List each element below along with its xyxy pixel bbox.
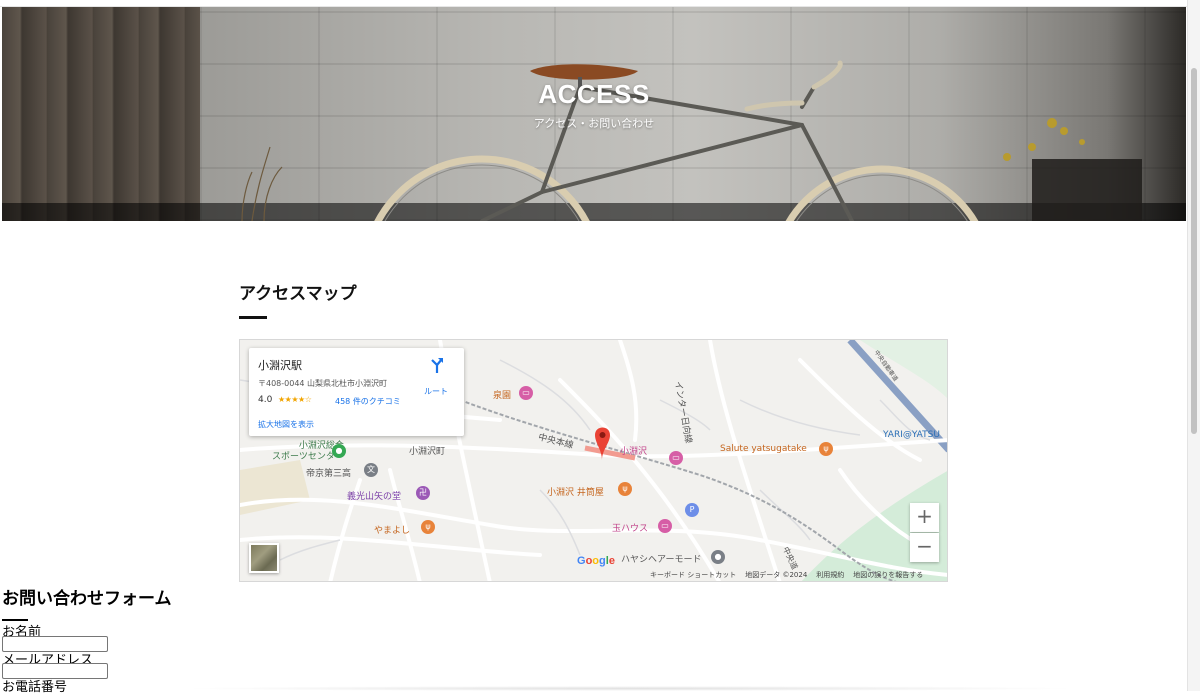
hero-title: ACCESS (538, 79, 650, 109)
parking-icon[interactable]: P (685, 503, 699, 517)
google-logo: Google (577, 555, 615, 567)
poi-yamayoshi-label[interactable]: やまよし (374, 523, 410, 536)
view-larger-map-link[interactable]: 拡大地図を表示 (258, 419, 314, 430)
poi-salute-label[interactable]: Salute yatsugatake (720, 444, 807, 454)
restaurant-icon[interactable]: ψ (618, 482, 632, 496)
directions-icon[interactable] (428, 356, 446, 374)
place-rating: 4.0 (258, 395, 273, 405)
poi-school-label[interactable]: 帝京第三高 (306, 466, 351, 479)
map-attribution-bar: キーボード ショートカット 地図データ ©2024 利用規約 地図の誤りを報告する (650, 570, 932, 580)
poi-hayashi-label[interactable]: ハヤシヘアーモード (621, 552, 701, 565)
town-label: 小淵沢町 (409, 447, 446, 457)
google-map-embed[interactable]: 小淵沢駅 〒408-0044 山梨県北杜市小淵沢町 4.0 ★★★★☆ 458 … (239, 339, 948, 582)
rating-stars: ★★★★☆ (278, 395, 312, 404)
hotel-icon[interactable]: ▭ (519, 386, 533, 400)
hotel-icon[interactable]: ▭ (669, 451, 683, 465)
scrollbar-thumb[interactable] (1191, 68, 1197, 434)
hotel-icon[interactable]: ▭ (658, 519, 672, 533)
bottom-shadow (180, 686, 1080, 691)
place-name: 小淵沢駅 (258, 359, 302, 372)
window-top-edge (0, 0, 1200, 7)
poi-izumien-label[interactable]: 泉園 (493, 388, 511, 401)
keyboard-shortcuts-link[interactable]: キーボード ショートカット (650, 571, 736, 579)
report-error-link[interactable]: 地図の誤りを報告する (853, 571, 923, 579)
contact-form-heading: お問い合わせフォーム (2, 589, 172, 609)
satellite-toggle-button[interactable] (249, 543, 279, 573)
access-map-heading: アクセスマップ (239, 284, 357, 304)
reviews-link[interactable]: 458 件のクチコミ (335, 396, 401, 407)
poi-izutsuya-label[interactable]: 小淵沢 井筒屋 (547, 485, 604, 498)
zoom-in-button[interactable]: + (910, 503, 939, 532)
hero-banner: ACCESS アクセス・お問い合わせ (2, 7, 1186, 221)
school-icon[interactable]: 文 (364, 463, 378, 477)
station-label[interactable]: 小淵沢 (620, 444, 647, 457)
bicycle-illustration (241, 60, 1142, 221)
restaurant-icon[interactable]: ψ (421, 520, 435, 534)
poi-temple-label[interactable]: 義光山矢の堂 (347, 489, 401, 502)
phone-label: お電話番号 (2, 680, 68, 695)
poi-yari-label[interactable]: YARI@YATSU (883, 430, 940, 440)
hero-subtitle: アクセス・お問い合わせ (533, 117, 655, 130)
zoom-out-button[interactable]: − (910, 533, 939, 562)
place-info-card: 小淵沢駅 〒408-0044 山梨県北杜市小淵沢町 4.0 ★★★★☆ 458 … (249, 348, 464, 436)
park-icon[interactable]: ● (332, 444, 346, 458)
heading-underline (239, 316, 267, 319)
poi-tama-house-label[interactable]: 玉ハウス (612, 521, 648, 534)
restaurant-icon[interactable]: ψ (819, 442, 833, 456)
directions-label[interactable]: ルート (424, 386, 448, 397)
temple-icon[interactable]: 卍 (416, 486, 430, 500)
page-scrollbar[interactable] (1187, 0, 1200, 691)
place-address: 〒408-0044 山梨県北杜市小淵沢町 (258, 379, 388, 388)
map-data-credit: 地図データ ©2024 (745, 571, 808, 579)
shop-icon[interactable]: ● (711, 550, 725, 564)
terms-link[interactable]: 利用規約 (816, 571, 844, 579)
